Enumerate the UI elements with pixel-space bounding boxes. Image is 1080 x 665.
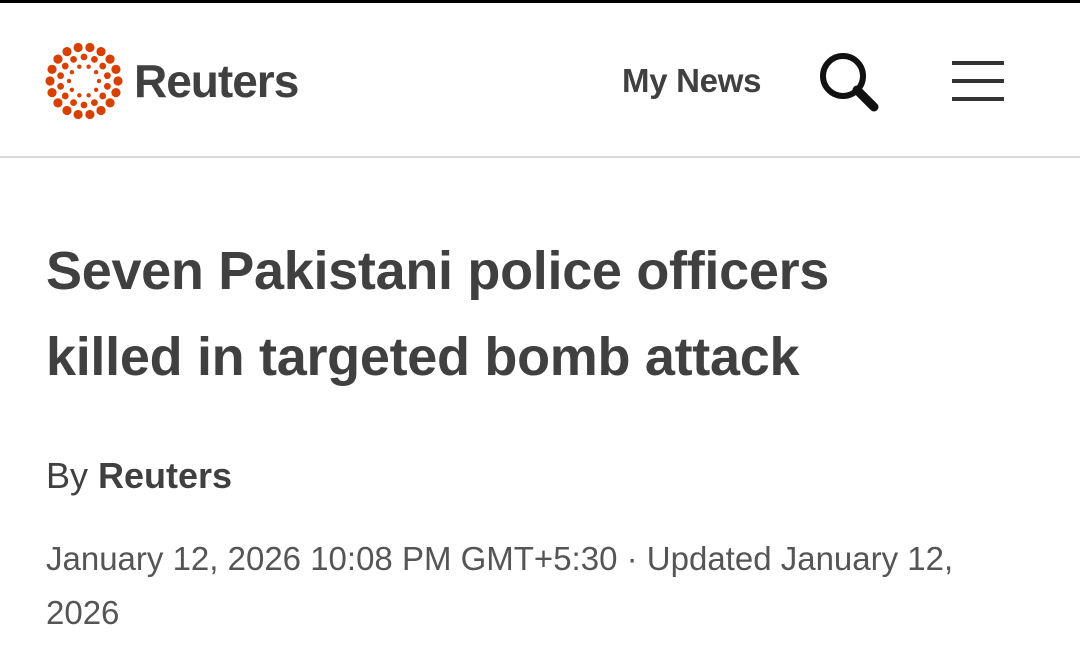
byline: By Reuters	[46, 452, 232, 500]
headline-line-2: killed in targeted bomb attack	[46, 327, 800, 387]
article-headline: Seven Pakistani police officers killed i…	[46, 228, 1026, 400]
my-news-link[interactable]: My News	[622, 61, 761, 101]
logo-dot	[104, 72, 111, 80]
logo-dot	[70, 55, 77, 63]
logo-dot	[111, 88, 121, 98]
search-button[interactable]	[814, 47, 882, 115]
byline-prefix: By	[46, 455, 89, 496]
logo-dot	[91, 55, 98, 63]
byline-author-link[interactable]: Reuters	[98, 455, 232, 496]
logo-dot	[73, 42, 83, 53]
logo-dot	[69, 87, 75, 93]
logo-dot	[80, 53, 88, 61]
logo-dot	[93, 69, 99, 75]
logo-dot	[85, 42, 95, 53]
menu-button[interactable]	[946, 53, 1010, 109]
updated-timestamp: Updated January 12,	[646, 540, 954, 577]
logo-dot	[104, 82, 111, 90]
logo-dot	[85, 109, 95, 120]
logo-dot	[105, 98, 115, 108]
logo-dot	[86, 93, 91, 98]
dateline-separator: ·	[626, 540, 638, 577]
logo-dot	[113, 76, 123, 86]
logo-dot	[91, 99, 98, 107]
logo-dot	[47, 88, 57, 98]
logo-dot	[53, 54, 63, 64]
logo-dot	[96, 78, 102, 84]
logo-dot	[62, 46, 72, 57]
logo-dot	[80, 101, 88, 109]
logo-dot	[57, 72, 64, 80]
logo-dot	[73, 109, 83, 120]
logo-dot	[61, 92, 69, 100]
logo-dot	[62, 105, 72, 116]
reuters-logo[interactable]: Reuters	[44, 41, 299, 121]
search-icon	[820, 53, 879, 112]
logo-dot	[93, 87, 99, 93]
logo-dot	[77, 64, 82, 69]
logo-dot	[99, 62, 107, 70]
logo-dot	[96, 46, 106, 57]
logo-dot	[70, 99, 77, 107]
published-timestamp: January 12, 2026 10:08 PM GMT+5:30	[46, 540, 618, 577]
logo-dot	[66, 78, 72, 84]
logo-wordmark: Reuters	[134, 55, 299, 107]
logo-dot	[96, 105, 106, 116]
logo-dot	[77, 93, 82, 98]
logo-dot	[99, 92, 107, 100]
updated-timestamp-year: 2026	[46, 594, 120, 631]
logo-dot	[57, 82, 64, 90]
logo-dot	[47, 64, 57, 74]
logo-dot	[53, 98, 63, 108]
article-dateline: January 12, 2026 10:08 PM GMT+5:30 · Upd…	[46, 532, 1046, 640]
logo-dot	[86, 64, 91, 69]
site-header: Reuters My News	[0, 3, 1080, 158]
logo-dot	[69, 69, 75, 75]
logo-dot	[105, 54, 115, 64]
logo-dot	[45, 76, 55, 86]
reuters-dot-logo-icon	[45, 42, 123, 120]
logo-dot	[61, 62, 69, 70]
hamburger-menu-icon	[952, 61, 1004, 101]
logo-dot	[111, 64, 121, 74]
headline-line-1: Seven Pakistani police officers	[46, 241, 830, 301]
